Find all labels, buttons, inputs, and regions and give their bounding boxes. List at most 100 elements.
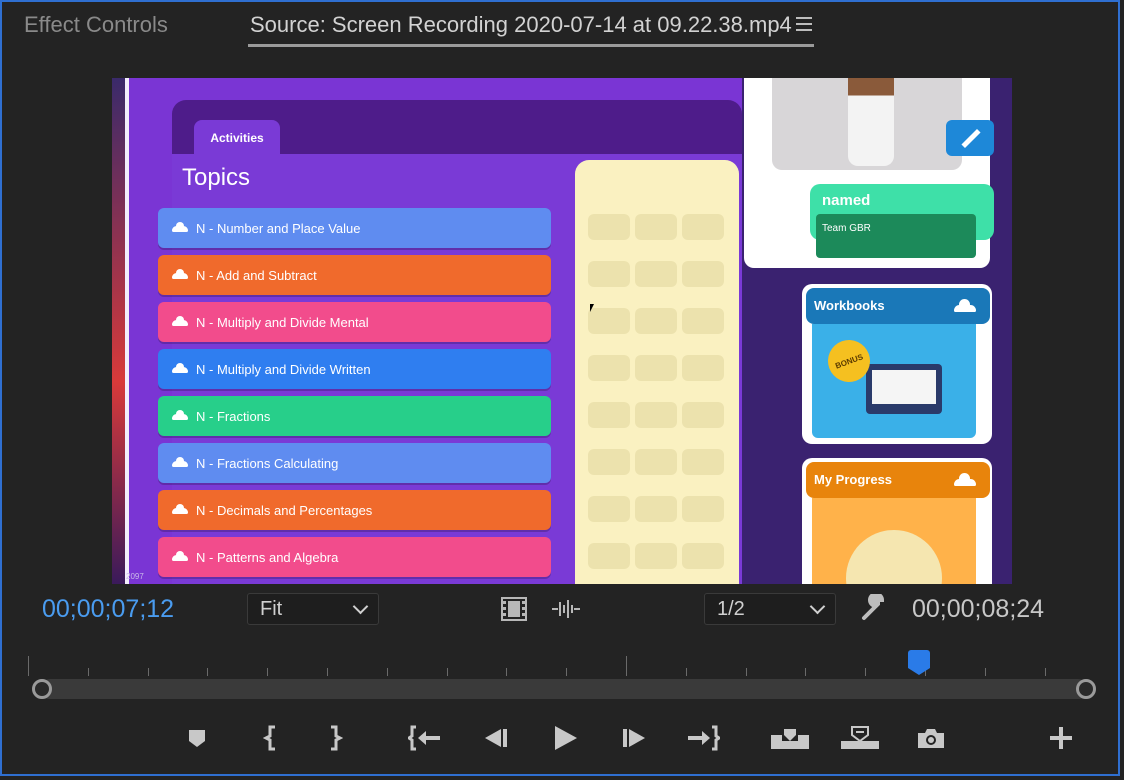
plus-icon xyxy=(1050,727,1072,749)
topic-label: N - Fractions xyxy=(196,408,271,424)
ruler-tick xyxy=(207,668,209,676)
cloud-icon xyxy=(172,457,188,467)
topic-row: N - Fractions Calculating xyxy=(158,443,551,483)
grid-cell xyxy=(682,496,724,522)
step-forward-button[interactable] xyxy=(618,722,652,754)
play-icon xyxy=(555,726,577,750)
ruler-tick xyxy=(626,656,627,676)
mark-out-icon xyxy=(331,725,343,751)
grid-cell xyxy=(588,261,630,287)
cloud-icon xyxy=(172,504,188,514)
go-to-out-button[interactable] xyxy=(686,722,720,754)
ruler-tick xyxy=(865,668,867,676)
cloud-icon xyxy=(172,222,188,232)
topics-title: Topics xyxy=(182,164,251,191)
topic-label: N - Fractions Calculating xyxy=(196,455,339,471)
grid-cell xyxy=(635,308,677,334)
zoom-level-dropdown[interactable]: Fit xyxy=(247,593,379,625)
ruler-tick xyxy=(984,668,986,676)
panel-menu-icon[interactable] xyxy=(796,17,812,31)
topic-row: N - Number and Place Value xyxy=(158,208,551,248)
grid-cell xyxy=(682,543,724,569)
grid-cell xyxy=(588,402,630,428)
insert-button[interactable] xyxy=(770,722,810,754)
tab-effect-controls[interactable]: Effect Controls xyxy=(24,12,168,38)
topic-label: N - Number and Place Value xyxy=(196,220,361,236)
step-forward-icon xyxy=(623,729,645,747)
tab-source[interactable]: Source: Screen Recording 2020-07-14 at 0… xyxy=(250,12,792,38)
grid-cell xyxy=(588,543,630,569)
mark-in-icon xyxy=(263,725,275,751)
grid-cell xyxy=(682,449,724,475)
grid-cell xyxy=(635,355,677,381)
topic-label: N - Patterns and Algebra xyxy=(196,549,339,565)
ruler-tick xyxy=(147,668,149,676)
video-preview: Activities Topics N - Number and Place V… xyxy=(112,78,1012,584)
zoom-scrollbar-left-handle[interactable] xyxy=(32,679,52,699)
cloud-icon xyxy=(954,299,976,312)
step-back-button[interactable] xyxy=(478,722,512,754)
grid-cell xyxy=(635,261,677,287)
ruler-tick xyxy=(805,668,807,676)
grid-cell xyxy=(635,496,677,522)
zoom-scrollbar[interactable] xyxy=(40,679,1088,699)
topic-row: N - Multiply and Divide Mental xyxy=(158,302,551,342)
ruler-tick xyxy=(386,668,388,676)
marker-icon xyxy=(189,730,205,747)
grid-cell xyxy=(588,449,630,475)
ruler-tick xyxy=(87,668,89,676)
button-editor-button[interactable] xyxy=(1044,722,1078,754)
grid-cell xyxy=(682,308,724,334)
audio-waveform-icon[interactable] xyxy=(550,598,582,620)
topic-label: N - Multiply and Divide Mental xyxy=(196,314,369,330)
topic-label: N - Add and Subtract xyxy=(196,267,317,283)
playback-resolution-dropdown[interactable]: 1/2 xyxy=(704,593,836,625)
zoom-scrollbar-right-handle[interactable] xyxy=(1076,679,1096,699)
grid-cell xyxy=(588,308,630,334)
step-back-icon xyxy=(485,729,507,747)
ruler-tick xyxy=(28,656,29,676)
my-progress-label: My Progress xyxy=(814,472,893,487)
play-button[interactable] xyxy=(548,722,582,754)
topic-row: N - Fractions xyxy=(158,396,551,436)
grid-cell xyxy=(635,543,677,569)
mark-in-button[interactable] xyxy=(254,722,288,754)
named-label: named xyxy=(822,192,871,209)
ruler-tick xyxy=(685,668,687,676)
overwrite-button[interactable] xyxy=(840,722,880,754)
ruler-tick xyxy=(446,668,448,676)
team-box xyxy=(816,214,976,258)
grid-cell xyxy=(682,261,724,287)
grid-cell xyxy=(588,214,630,240)
grid-cell xyxy=(682,355,724,381)
pencil-icon xyxy=(946,120,994,156)
export-frame-button[interactable] xyxy=(914,722,948,754)
playhead[interactable] xyxy=(908,650,931,675)
grid-cell xyxy=(588,355,630,381)
topic-row: N - Multiply and Divide Written xyxy=(158,349,551,389)
ruler-tick xyxy=(745,668,747,676)
cloud-icon xyxy=(172,269,188,279)
ruler-tick xyxy=(566,668,568,676)
grid-cell xyxy=(635,449,677,475)
chevron-down-icon xyxy=(352,598,369,615)
wrench-icon[interactable] xyxy=(858,594,890,624)
current-timecode[interactable]: 00;00;07;12 xyxy=(42,595,174,624)
filmstrip-icon[interactable] xyxy=(500,596,528,622)
cloud-icon xyxy=(172,410,188,420)
ruler-tick xyxy=(327,668,328,676)
topic-label: N - Decimals and Percentages xyxy=(196,502,373,518)
workbooks-label: Workbooks xyxy=(814,298,885,313)
playback-resolution-value: 1/2 xyxy=(717,598,745,620)
go-to-in-button[interactable] xyxy=(408,722,442,754)
team-label: Team GBR xyxy=(822,223,871,234)
add-marker-button[interactable] xyxy=(180,722,214,754)
topic-row: N - Patterns and Algebra xyxy=(158,537,551,577)
cloud-icon xyxy=(172,551,188,561)
zoom-level-value: Fit xyxy=(260,598,283,620)
grid-cell xyxy=(635,214,677,240)
ruler-tick xyxy=(1044,668,1046,676)
ruler-tick xyxy=(267,668,269,676)
mark-out-button[interactable] xyxy=(318,722,352,754)
grid-cell xyxy=(588,496,630,522)
